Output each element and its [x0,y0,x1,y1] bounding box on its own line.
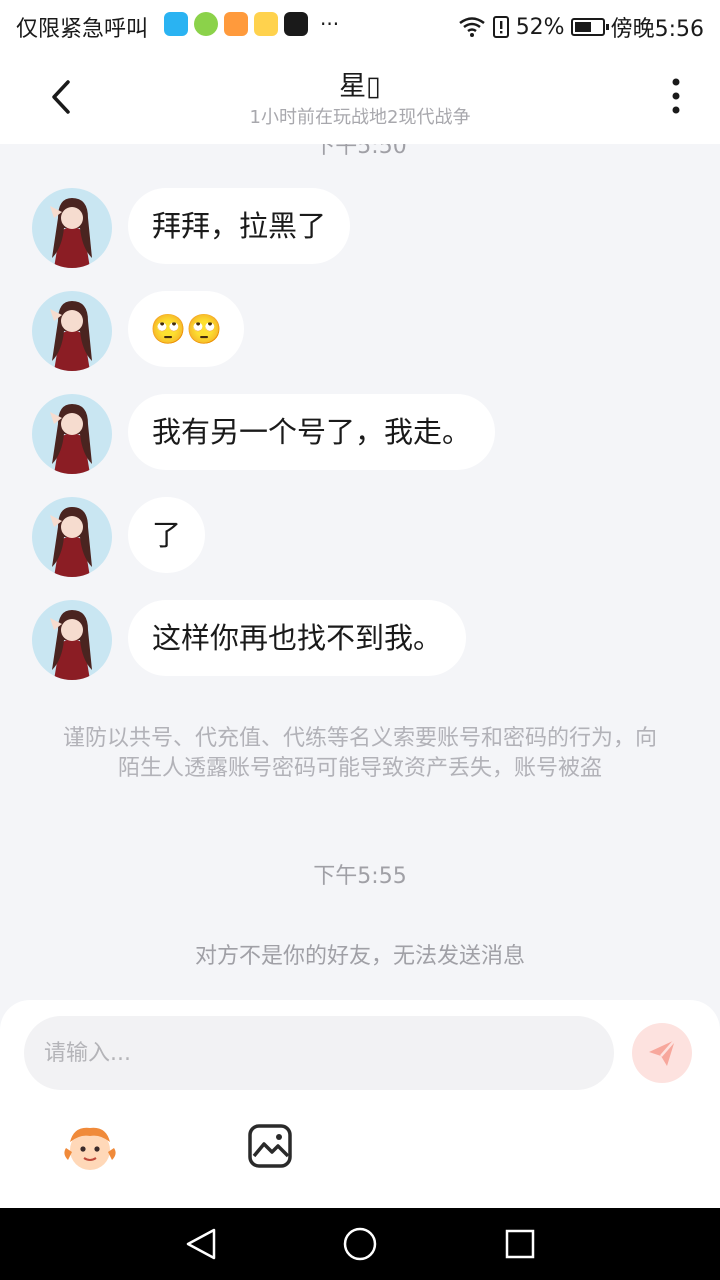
system-navigation-bar [0,1208,720,1280]
message-bubble[interactable]: 这样你再也找不到我。 [128,600,467,676]
timestamp: 下午5:55 [313,864,407,889]
contact-name: 星▯ [339,71,381,102]
video-icon [224,12,248,36]
image-picker-icon[interactable] [246,1122,294,1170]
more-vertical-icon[interactable] [664,76,688,116]
emoji-sticker-icon[interactable] [60,1120,120,1174]
not-friend-notice: 对方不是你的好友，无法发送消息 [194,944,525,969]
message-bubble[interactable]: 拜拜，拉黑了 [128,188,351,264]
alert-icon [492,16,509,38]
avatar[interactable] [32,291,112,371]
eye-roll-emoji: 🙄🙄 [150,312,223,346]
wifi-icon [458,17,485,37]
battery-percent: 52% [515,14,565,40]
avatar[interactable] [32,394,112,474]
avatar[interactable] [32,188,112,268]
message-bubble[interactable]: 我有另一个号了，我走。 [128,394,496,470]
battery-icon [570,18,609,36]
timestamp: 下午5:50 [313,144,407,159]
more-notifications: ··· [320,12,340,36]
nav-recent-apps-icon[interactable] [504,1228,536,1260]
tiktok-icon [284,12,308,36]
nav-home-icon[interactable] [342,1226,378,1262]
clock: 傍晚5:56 [610,17,704,42]
status-right: 52% 傍晚5:56 [458,11,704,43]
chat-area[interactable]: 下午5:50 拜拜，拉黑了 🙄🙄 我有另一个号了，我走。 了 这样你再也找不到我… [0,144,720,1000]
security-notice: 谨防以共号、代充值、代练等名义索要账号和密码的行为，向陌生人透露账号密码可能导致… [62,726,657,781]
paper-plane-icon [649,1039,676,1066]
gallery-icon [254,12,278,36]
carrier-text: 仅限紧急呼叫 [16,17,149,42]
avatar[interactable] [32,497,112,577]
nav-back-icon[interactable] [184,1226,218,1262]
status-bar: 仅限紧急呼叫 ··· 52% 傍晚5:56 [0,0,720,50]
send-button[interactable] [632,1023,692,1083]
message-bubble[interactable]: 🙄🙄 [128,291,245,367]
message-bubble[interactable]: 了 [128,497,206,573]
lucky-icon [194,12,218,36]
notification-icons: ··· [164,12,339,36]
message-input[interactable] [24,1016,614,1090]
contact-status: 1小时前在玩战地2现代战争 [249,107,471,128]
qq-icon [164,12,188,36]
chat-header: 星▯ 1小时前在玩战地2现代战争 [0,50,720,144]
input-area [0,1000,720,1208]
avatar[interactable] [32,600,112,680]
